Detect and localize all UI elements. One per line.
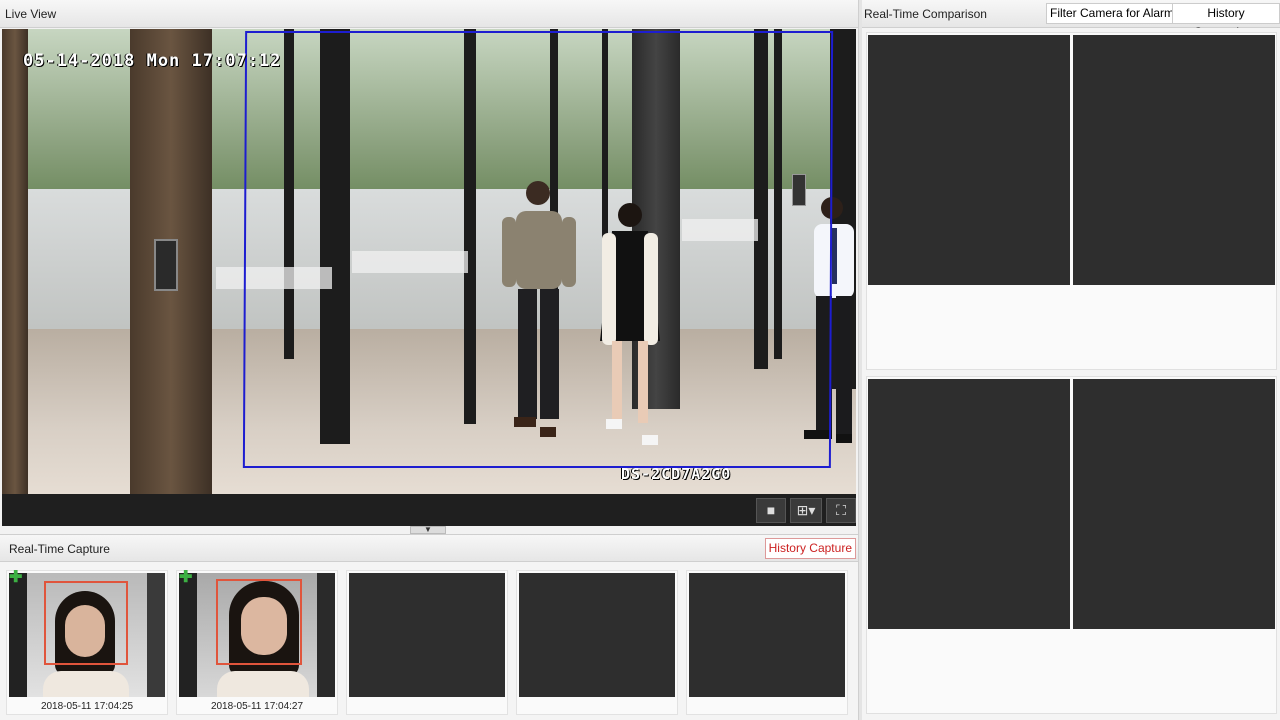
video-toolbar: ■ ⊞▾ ⛶ bbox=[2, 494, 856, 526]
capture-list: ✚ 2018-05-11 17:04:25 ✚ 2018-05-11 17:04… bbox=[0, 562, 858, 720]
history-comparison-button[interactable]: History Comparison bbox=[1172, 3, 1280, 39]
osd-timestamp: 05-14-2018 Mon 17:07:12 bbox=[23, 51, 282, 71]
empty-capture-slot bbox=[519, 573, 675, 697]
add-to-library-icon[interactable]: ✚ bbox=[179, 570, 192, 586]
comparison-header: Real-Time Comparison Filter Camera for A… bbox=[862, 0, 1280, 39]
live-view-header: Live View bbox=[0, 0, 858, 28]
history-capture-button[interactable]: History Capture bbox=[764, 538, 856, 559]
capture-item-empty bbox=[346, 570, 508, 715]
empty-capture-slot bbox=[689, 573, 845, 697]
capture-item[interactable]: ✚ 2018-05-11 17:04:25 bbox=[6, 570, 168, 715]
window-layout-icon[interactable]: ⊞▾ bbox=[790, 498, 822, 523]
filter-camera-button[interactable]: Filter Camera for Alarm bbox=[1046, 3, 1179, 24]
library-image-slot bbox=[1073, 35, 1275, 285]
detection-region-box bbox=[242, 31, 834, 468]
empty-capture-slot bbox=[349, 573, 505, 697]
add-to-library-icon[interactable]: ✚ bbox=[9, 570, 22, 586]
capture-item[interactable]: ✚ 2018-05-11 17:04:27 bbox=[176, 570, 338, 715]
capture-item-empty bbox=[686, 570, 848, 715]
comparison-item[interactable] bbox=[866, 32, 1277, 370]
captured-face-image bbox=[179, 573, 335, 697]
library-image-slot bbox=[1073, 379, 1275, 629]
capture-item-empty bbox=[516, 570, 678, 715]
captured-image-slot bbox=[868, 35, 1070, 285]
osd-camera-model: DS-2CD7A2G0 bbox=[621, 465, 732, 483]
captured-face-image bbox=[9, 573, 165, 697]
comparison-item[interactable] bbox=[866, 376, 1277, 714]
live-view-title: Live View bbox=[5, 7, 57, 21]
collapse-panel-toggle-icon[interactable]: ▼ bbox=[410, 526, 446, 534]
comparison-title: Real-Time Comparison bbox=[864, 7, 987, 21]
fullscreen-icon[interactable]: ⛶ bbox=[826, 498, 856, 523]
captured-image-slot bbox=[868, 379, 1070, 629]
face-detection-box bbox=[44, 581, 128, 665]
stop-icon[interactable]: ■ bbox=[756, 498, 786, 523]
face-detection-box bbox=[216, 579, 302, 665]
comparison-list bbox=[862, 28, 1280, 720]
capture-title: Real-Time Capture bbox=[9, 542, 110, 556]
capture-header: Real-Time Capture History Capture bbox=[0, 534, 858, 562]
capture-time: 2018-05-11 17:04:27 bbox=[210, 701, 304, 712]
live-video-feed[interactable]: 05-14-2018 Mon 17:07:12 DS-2CD7A2G0 bbox=[2, 29, 856, 494]
video-pillar-left bbox=[2, 29, 28, 494]
capture-time: 2018-05-11 17:04:25 bbox=[40, 701, 134, 712]
access-control-terminal bbox=[154, 239, 178, 291]
